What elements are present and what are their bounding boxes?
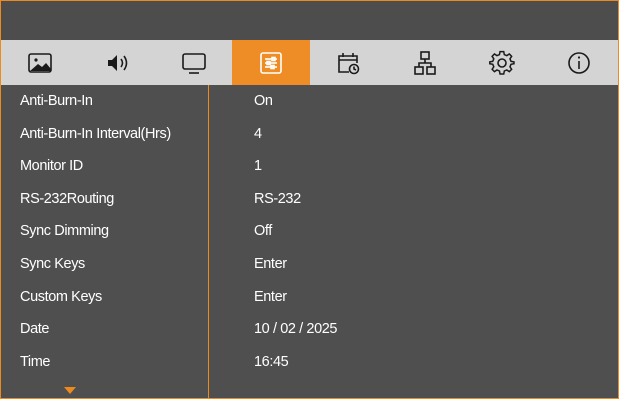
display-icon xyxy=(182,52,206,74)
setting-custom-keys[interactable]: Custom Keys Enter xyxy=(1,281,618,314)
info-icon xyxy=(568,51,591,74)
setting-value[interactable]: 10 / 02 / 2025 xyxy=(254,313,337,346)
network-icon xyxy=(414,50,436,75)
sound-icon xyxy=(107,54,127,71)
setting-label: Sync Keys xyxy=(20,255,85,272)
title-bar xyxy=(1,1,618,40)
setting-value[interactable]: RS-232 xyxy=(254,183,301,216)
setting-label: Anti-Burn-In Interval(Hrs) xyxy=(20,125,171,142)
setting-sync-dimming[interactable]: Sync Dimming Off xyxy=(1,215,618,248)
setting-value[interactable]: Off xyxy=(254,215,272,248)
settings-sliders-icon xyxy=(260,51,282,74)
setting-label: Anti-Burn-In xyxy=(20,93,93,109)
setting-anti-burn-in-interval[interactable]: Anti-Burn-In Interval(Hrs) 4 xyxy=(1,118,618,151)
osd-menu: Anti-Burn-In On Anti-Burn-In Interval(Hr… xyxy=(0,0,619,399)
setting-value[interactable]: 16:45 xyxy=(254,346,289,379)
setting-value[interactable]: Enter xyxy=(254,248,287,281)
setting-label: Time xyxy=(20,353,51,370)
setting-label: Custom Keys xyxy=(20,288,102,305)
picture-icon xyxy=(27,52,52,73)
setting-rs232-routing[interactable]: RS-232Routing RS-232 xyxy=(1,183,618,216)
setting-date[interactable]: Date 10 / 02 / 2025 xyxy=(1,313,618,346)
setting-label: Date xyxy=(20,321,50,338)
tab-bar xyxy=(1,40,618,85)
schedule-icon xyxy=(338,52,360,74)
tab-sound[interactable] xyxy=(78,40,155,85)
tab-advanced[interactable] xyxy=(464,40,541,85)
tab-network[interactable] xyxy=(387,40,464,85)
setting-value[interactable]: 4 xyxy=(254,118,262,151)
tab-display[interactable] xyxy=(155,40,232,85)
setting-label: Sync Dimming xyxy=(20,223,109,240)
setting-sync-keys[interactable]: Sync Keys Enter xyxy=(1,248,618,281)
settings-list: Anti-Burn-In On Anti-Burn-In Interval(Hr… xyxy=(1,85,618,378)
gear-icon xyxy=(489,50,516,75)
setting-label: Monitor ID xyxy=(20,158,83,175)
setting-value[interactable]: Enter xyxy=(254,281,287,314)
setting-value[interactable]: 1 xyxy=(254,150,262,183)
setting-monitor-id[interactable]: Monitor ID 1 xyxy=(1,150,618,183)
setting-label: RS-232Routing xyxy=(20,190,114,207)
tab-picture[interactable] xyxy=(1,40,78,85)
tab-schedule[interactable] xyxy=(310,40,387,85)
setting-value[interactable]: On xyxy=(254,85,273,118)
setting-time[interactable]: Time 16:45 xyxy=(1,346,618,379)
setting-anti-burn-in[interactable]: Anti-Burn-In On xyxy=(1,85,618,118)
tab-system-settings[interactable] xyxy=(232,40,310,85)
tab-information[interactable] xyxy=(541,40,618,85)
scroll-down-arrow-icon[interactable] xyxy=(64,387,76,394)
